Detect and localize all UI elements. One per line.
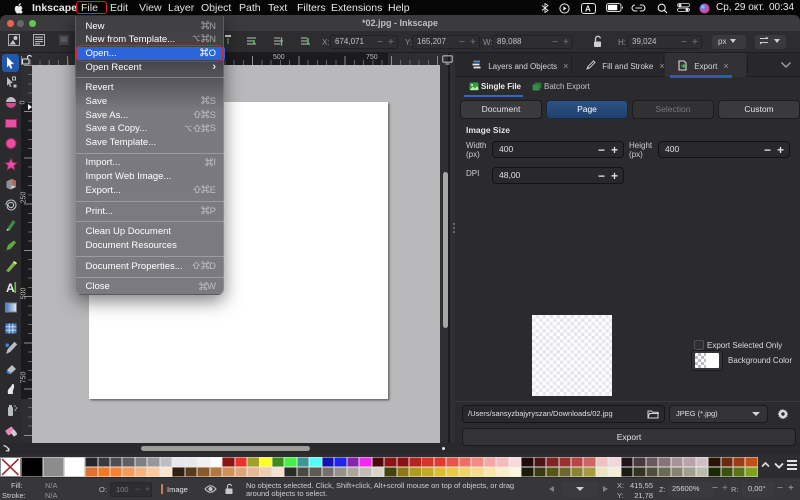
svg-text:A: A bbox=[6, 281, 15, 294]
svg-text:A: A bbox=[585, 4, 591, 13]
